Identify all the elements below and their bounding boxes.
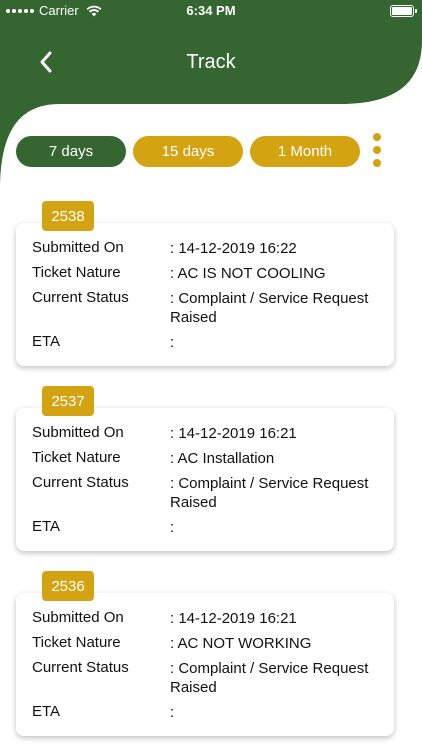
vertical-ellipsis-icon: [373, 133, 381, 141]
submitted-on-value: : 14-12-2019 16:22: [170, 240, 297, 257]
eta-value: :: [170, 704, 175, 721]
current-status-value: : Complaint / Service Request Raised: [170, 475, 369, 511]
eta-value: :: [170, 334, 175, 351]
filter-7-days[interactable]: 7 days: [16, 136, 126, 167]
ticket-id-badge: 2536: [42, 571, 94, 601]
submitted-on-value: : 14-12-2019 16:21: [170, 425, 297, 442]
ticket-id-badge: 2537: [42, 386, 94, 416]
ticket-nature-label: Ticket Nature: [32, 634, 121, 651]
current-status-value: : Complaint / Service Request Raised: [170, 290, 369, 326]
ticket-nature-value: : AC Installation: [170, 450, 275, 467]
ticket-card[interactable]: Submitted On : 14-12-2019 16:21 Ticket N…: [16, 408, 394, 551]
status-bar: Carrier 6:34 PM: [0, 0, 422, 22]
ticket-nature-value: : AC IS NOT COOLING: [170, 265, 326, 282]
status-time: 6:34 PM: [186, 3, 236, 18]
submitted-on-label: Submitted On: [32, 239, 124, 256]
submitted-on-label: Submitted On: [32, 609, 124, 626]
eta-label: ETA: [32, 518, 61, 535]
current-status-label: Current Status: [32, 474, 129, 491]
ticket-nature-label: Ticket Nature: [32, 264, 121, 281]
ticket-card[interactable]: Submitted On : 14-12-2019 16:22 Ticket N…: [16, 223, 394, 366]
current-status-label: Current Status: [32, 289, 129, 306]
filter-1-month[interactable]: 1 Month: [250, 136, 360, 167]
ticket-nature-label: Ticket Nature: [32, 449, 121, 466]
submitted-on-label: Submitted On: [32, 424, 124, 441]
ticket-nature-value: : AC NOT WORKING: [170, 635, 312, 652]
filter-15-days[interactable]: 15 days: [133, 136, 243, 167]
eta-label: ETA: [32, 333, 61, 350]
more-options-button[interactable]: [369, 131, 385, 169]
current-status-value: : Complaint / Service Request Raised: [170, 660, 369, 696]
page-title: Track: [186, 51, 236, 73]
current-status-label: Current Status: [32, 659, 129, 676]
vertical-ellipsis-dot: [373, 146, 381, 154]
eta-label: ETA: [32, 703, 61, 720]
ticket-card[interactable]: Submitted On : 14-12-2019 16:21 Ticket N…: [16, 593, 394, 736]
ticket-id-badge: 2538: [42, 201, 94, 231]
submitted-on-value: : 14-12-2019 16:21: [170, 610, 297, 627]
eta-value: :: [170, 519, 175, 536]
battery-icon: [390, 5, 417, 17]
vertical-ellipsis-dot: [373, 159, 381, 167]
